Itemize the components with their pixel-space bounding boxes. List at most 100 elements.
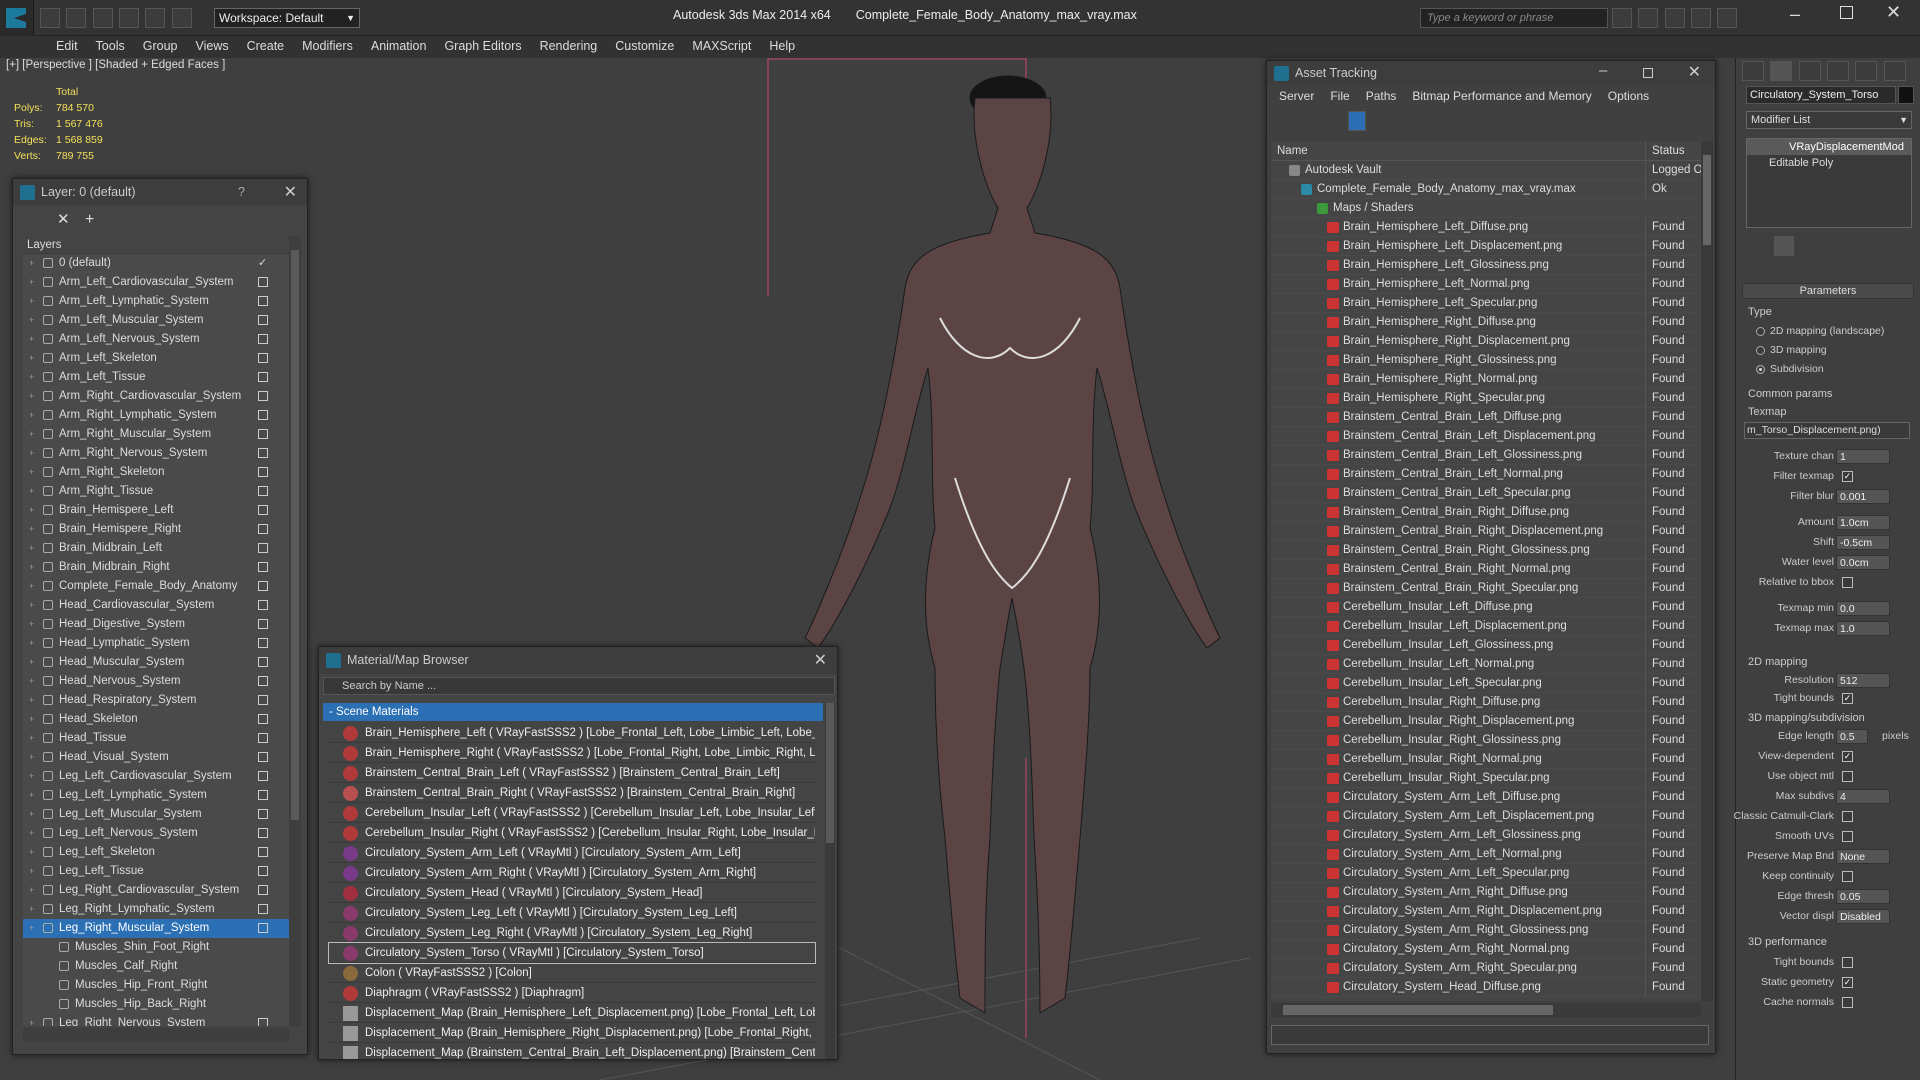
layer-row[interactable]: + Leg_Right_Nervous_System bbox=[23, 1014, 289, 1026]
material-row[interactable]: Cerebellum_Insular_Left ( VRayFastSSS2 )… bbox=[329, 803, 815, 823]
expand-icon[interactable]: + bbox=[29, 292, 34, 311]
close-icon[interactable]: ✕ bbox=[814, 647, 827, 674]
layer-row[interactable]: + Complete_Female_Body_Anatomy bbox=[23, 577, 289, 596]
asset-row[interactable]: Circulatory_System_Arm_Right_Glossiness.… bbox=[1271, 921, 1701, 940]
table-view-icon[interactable] bbox=[1348, 111, 1367, 131]
param-spinner[interactable]: -0.5cm bbox=[1836, 535, 1890, 550]
expand-icon[interactable]: + bbox=[29, 520, 34, 539]
select-objects-icon[interactable] bbox=[106, 211, 126, 231]
asset-row[interactable]: Circulatory_System_Arm_Right_Diffuse.png… bbox=[1271, 883, 1701, 902]
param-spinner[interactable]: 0.001 bbox=[1836, 489, 1890, 504]
asset-menu-paths[interactable]: Paths bbox=[1358, 89, 1405, 103]
asset-row[interactable]: Circulatory_System_Arm_Left_Specular.png… bbox=[1271, 864, 1701, 883]
help-search-input[interactable]: Type a keyword or phrase bbox=[1420, 8, 1608, 28]
layer-visibility-checkbox[interactable] bbox=[258, 277, 268, 287]
col-status-header[interactable]: Status bbox=[1645, 141, 1685, 161]
asset-row[interactable]: Brain_Hemisphere_Right_Normal.png Found bbox=[1271, 370, 1701, 389]
layer-row[interactable]: + Leg_Left_Tissue bbox=[23, 862, 289, 881]
close-icon[interactable]: ✕ bbox=[284, 179, 297, 206]
asset-row[interactable]: Cerebellum_Insular_Right_Diffuse.png Foun… bbox=[1271, 693, 1701, 712]
asset-row[interactable]: Brain_Hemisphere_Left_Normal.png Found bbox=[1271, 275, 1701, 294]
menu-edit[interactable]: Edit bbox=[47, 36, 87, 56]
expand-icon[interactable]: + bbox=[29, 273, 34, 292]
scrollbar-thumb[interactable] bbox=[291, 250, 299, 820]
layer-visibility-checkbox[interactable] bbox=[258, 1018, 268, 1026]
asset-menu-server[interactable]: Server bbox=[1271, 89, 1322, 103]
material-row[interactable]: Brainstem_Central_Brain_Right ( VRayFast… bbox=[329, 783, 815, 803]
menu-rendering[interactable]: Rendering bbox=[531, 36, 607, 56]
material-row[interactable]: Brain_Hemisphere_Right ( VRayFastSSS2 ) … bbox=[329, 743, 815, 763]
layers-column-header[interactable]: Layers bbox=[23, 236, 289, 254]
asset-row[interactable]: Complete_Female_Body_Anatomy_max_vray.ma… bbox=[1271, 180, 1701, 199]
menu-maxscript[interactable]: MAXScript bbox=[683, 36, 760, 56]
material-row[interactable]: Displacement_Map (Brainstem_Central_Brai… bbox=[329, 1043, 815, 1059]
layer-visibility-checkbox[interactable]: ✓ bbox=[258, 258, 268, 269]
tree-view-icon[interactable] bbox=[1324, 111, 1342, 131]
material-scrollbar[interactable] bbox=[825, 703, 835, 1059]
col-name-header[interactable]: Name bbox=[1277, 141, 1308, 161]
material-search-input[interactable]: Search by Name ... bbox=[323, 677, 835, 695]
layer-visibility-checkbox[interactable] bbox=[258, 866, 268, 876]
layer-visibility-checkbox[interactable] bbox=[258, 600, 268, 610]
hide-all-icon[interactable] bbox=[159, 211, 179, 231]
mapping-type-radio[interactable]: 2D mapping (landscape) bbox=[1756, 324, 1906, 340]
asset-row[interactable]: Brainstem_Central_Brain_Right_Normal.png… bbox=[1271, 560, 1701, 579]
app-logo-button[interactable] bbox=[0, 0, 34, 36]
display-tab-icon[interactable] bbox=[1855, 61, 1878, 81]
layer-row[interactable]: + Head_Visual_System bbox=[23, 748, 289, 767]
configure-sets-icon[interactable] bbox=[1853, 236, 1873, 256]
mapping-type-radio[interactable]: Subdivision bbox=[1756, 362, 1906, 378]
param-spinner[interactable]: 0.05 bbox=[1836, 889, 1890, 904]
asset-row[interactable]: Brainstem_Central_Brain_Left_Normal.png F… bbox=[1271, 465, 1701, 484]
expand-icon[interactable]: + bbox=[29, 710, 34, 729]
exchange-icon[interactable] bbox=[1664, 8, 1685, 28]
expand-icon[interactable]: + bbox=[29, 805, 34, 824]
param-spinner[interactable]: 1.0cm bbox=[1836, 515, 1890, 530]
scene-materials-group[interactable]: - Scene Materials bbox=[323, 703, 823, 721]
remove-modifier-icon[interactable] bbox=[1827, 236, 1847, 256]
scrollbar-thumb[interactable] bbox=[1703, 155, 1711, 245]
asset-row[interactable]: Brain_Hemisphere_Left_Specular.png Found bbox=[1271, 294, 1701, 313]
material-row[interactable]: Displacement_Map (Brain_Hemisphere_Left_… bbox=[329, 1003, 815, 1023]
asset-row[interactable]: Brainstem_Central_Brain_Left_Displacemen… bbox=[1271, 427, 1701, 446]
param-checkbox[interactable]: ✓ bbox=[1842, 693, 1853, 704]
layer-visibility-checkbox[interactable] bbox=[258, 923, 268, 933]
layer-row[interactable]: + Leg_Right_Lymphatic_System bbox=[23, 900, 289, 919]
layer-row[interactable]: + Arm_Right_Muscular_System bbox=[23, 425, 289, 444]
asset-row[interactable]: Brain_Hemisphere_Right_Specular.png Found bbox=[1271, 389, 1701, 408]
menu-help[interactable]: Help bbox=[760, 36, 804, 56]
menu-animation[interactable]: Animation bbox=[362, 36, 436, 56]
scrollbar-thumb[interactable] bbox=[1283, 1005, 1553, 1015]
material-row[interactable]: Circulatory_System_Arm_Right ( VRayMtl )… bbox=[329, 863, 815, 883]
asset-tracking-titlebar[interactable]: Asset Tracking – ✕ bbox=[1267, 61, 1715, 85]
asset-row[interactable]: Circulatory_System_Arm_Right_Specular.pn… bbox=[1271, 959, 1701, 978]
layer-visibility-checkbox[interactable] bbox=[258, 581, 268, 591]
param-spinner[interactable]: 512 bbox=[1836, 673, 1890, 688]
freeze-all-icon[interactable] bbox=[185, 211, 205, 231]
layer-row[interactable]: + Leg_Left_Lymphatic_System bbox=[23, 786, 289, 805]
layer-row[interactable]: + Arm_Right_Skeleton bbox=[23, 463, 289, 482]
asset-row[interactable]: Brainstem_Central_Brain_Right_Glossiness… bbox=[1271, 541, 1701, 560]
material-row[interactable]: Diaphragm ( VRayFastSSS2 ) [Diaphragm] bbox=[329, 983, 815, 1003]
asset-row[interactable]: Brainstem_Central_Brain_Left_Diffuse.png… bbox=[1271, 408, 1701, 427]
layer-visibility-checkbox[interactable] bbox=[258, 885, 268, 895]
material-row[interactable]: Colon ( VRayFastSSS2 ) [Colon] bbox=[329, 963, 815, 983]
options-icon[interactable] bbox=[1685, 111, 1705, 131]
layer-panel-titlebar[interactable]: Layer: 0 (default) ? ✕ bbox=[13, 179, 307, 206]
menu-graph-editors[interactable]: Graph Editors bbox=[435, 36, 530, 56]
binoculars-icon[interactable] bbox=[1612, 8, 1632, 28]
asset-row[interactable]: Cerebellum_Insular_Left_Glossiness.png Fo… bbox=[1271, 636, 1701, 655]
object-color-swatch[interactable] bbox=[1898, 86, 1914, 104]
asset-row[interactable]: Brain_Hemisphere_Left_Displacement.png Fo… bbox=[1271, 237, 1701, 256]
close-button[interactable]: ✕ bbox=[1886, 2, 1901, 23]
asset-row[interactable]: Circulatory_System_Arm_Right_Normal.png F… bbox=[1271, 940, 1701, 959]
layer-object-row[interactable]: Muscles_Shin_Foot_Right bbox=[23, 938, 289, 957]
layer-row[interactable]: + Arm_Right_Nervous_System bbox=[23, 444, 289, 463]
layer-visibility-checkbox[interactable] bbox=[258, 752, 268, 762]
layer-row[interactable]: + Brain_Midbrain_Left bbox=[23, 539, 289, 558]
layer-row[interactable]: + Head_Digestive_System bbox=[23, 615, 289, 634]
save-file-icon[interactable] bbox=[92, 8, 113, 28]
material-row[interactable]: Circulatory_System_Leg_Right ( VRayMtl )… bbox=[329, 923, 815, 943]
layer-visibility-checkbox[interactable] bbox=[258, 391, 268, 401]
expand-icon[interactable]: + bbox=[29, 900, 34, 919]
